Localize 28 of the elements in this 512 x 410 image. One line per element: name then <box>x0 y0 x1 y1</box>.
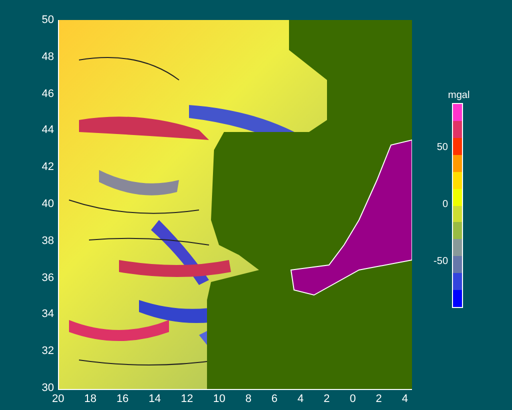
axis-tick-label: 36 <box>42 270 54 285</box>
axis-tick-label: 20 <box>52 392 64 406</box>
axis-tick-label: 38 <box>42 234 54 248</box>
axis-tick-label: 4 <box>298 392 304 406</box>
axis-tick-label: 46 <box>42 86 54 101</box>
axis-tick-label: 2 <box>376 392 382 406</box>
axis-tick-label: 18 <box>84 392 96 406</box>
axis-tick-label: 34 <box>42 307 54 322</box>
axis-tick-label: 16 <box>116 392 129 406</box>
axis-tick-label: 12 <box>180 392 194 406</box>
axis-tick-label: 44 <box>42 123 54 138</box>
axis-tick-label: 6 <box>271 392 278 406</box>
colorbar-tick-label: 50 <box>436 141 448 155</box>
axis-tick-label: 50 <box>42 13 54 27</box>
axis-tick-label: 32 <box>42 344 54 358</box>
axis-tick-label: 4 <box>402 392 408 406</box>
axis-tick-label: 14 <box>148 392 161 406</box>
colorbar-tick-label: 0 <box>442 198 448 212</box>
axis-tick-label: 2 <box>324 392 330 406</box>
axis-tick-label: 30 <box>42 380 54 394</box>
axis-tick-label: 48 <box>42 50 54 64</box>
axis-tick-label: 42 <box>42 160 54 174</box>
colorbar-unit-label: mgal <box>448 89 470 103</box>
axis-tick-label: 10 <box>213 392 226 406</box>
axis-tick-label: 40 <box>42 196 54 211</box>
axis-tick-label: 8 <box>245 392 252 406</box>
colorbar-tick-label: -50 <box>434 255 448 269</box>
axis-tick-label: 0 <box>350 392 356 406</box>
